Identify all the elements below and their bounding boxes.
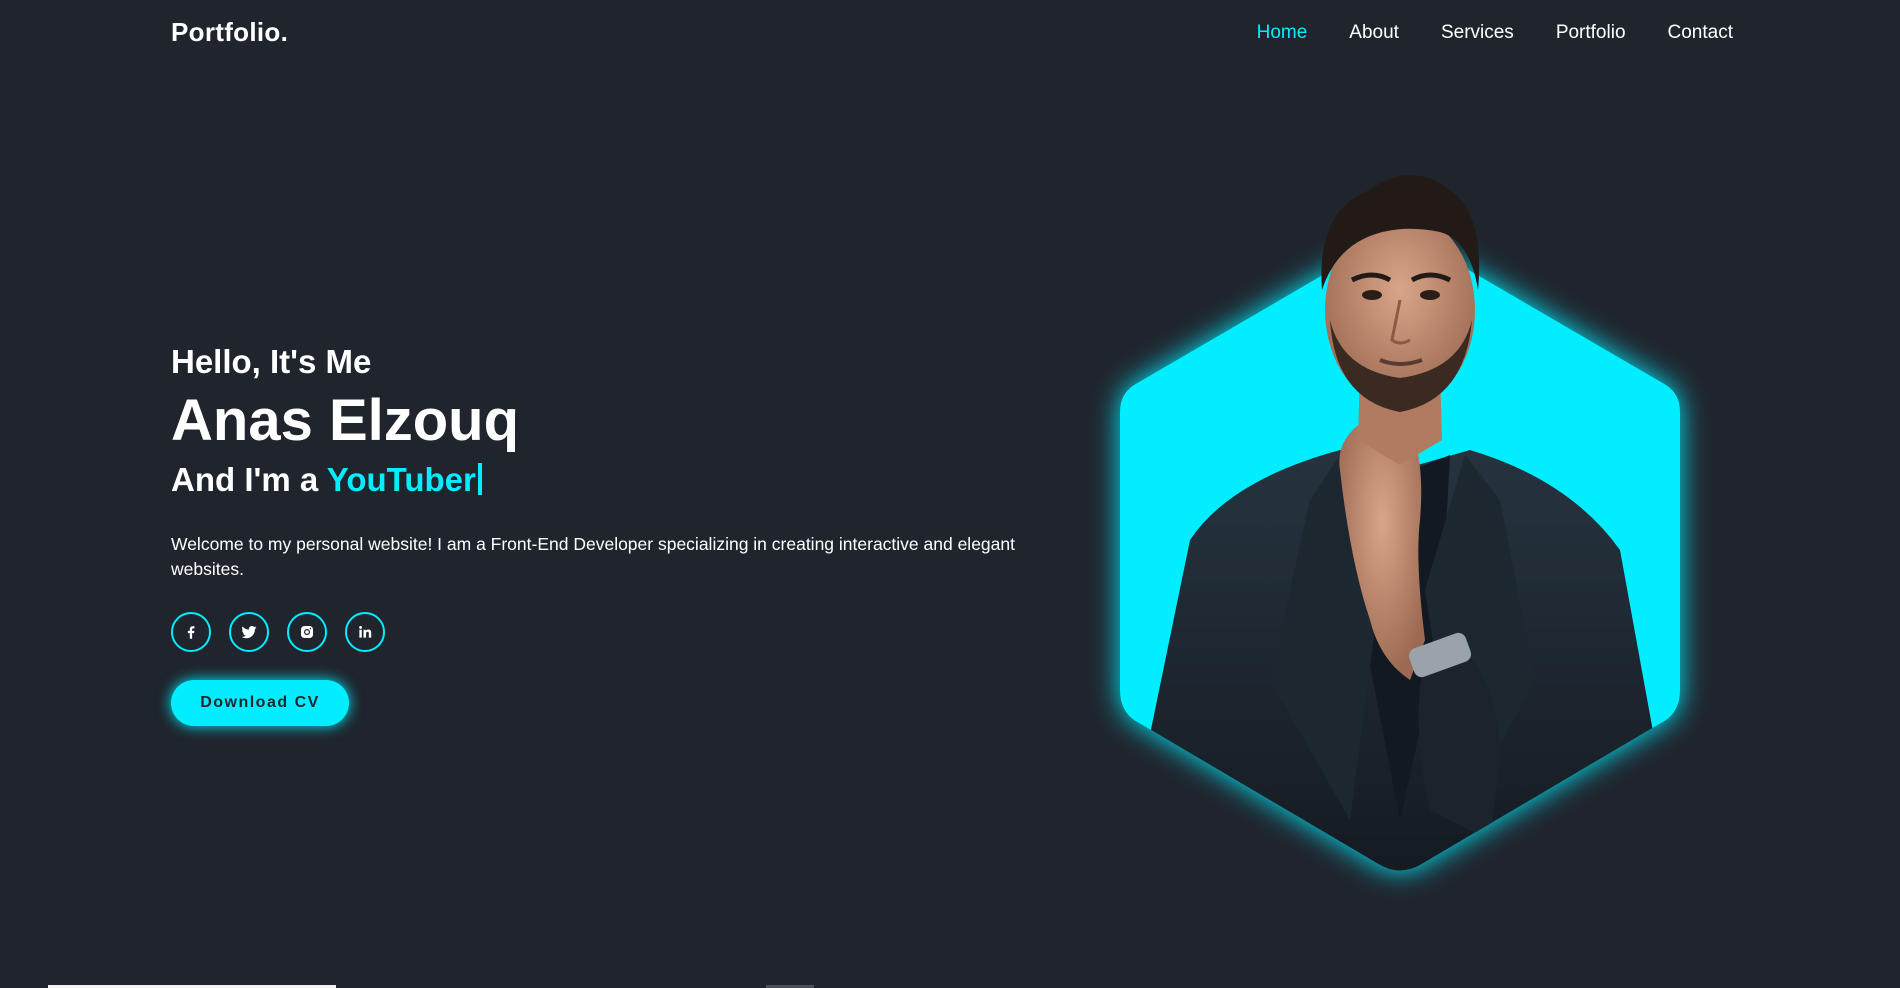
twitter-link[interactable]	[229, 612, 269, 652]
hero-content: Hello, It's Me Anas Elzouq And I'm a You…	[171, 340, 1071, 726]
hero-name: Anas Elzouq	[171, 388, 520, 453]
main-nav: Home About Services Portfolio Contact	[1257, 22, 1733, 44]
nav-contact-link[interactable]: Contact	[1668, 22, 1733, 44]
nav-about-link[interactable]: About	[1349, 22, 1399, 44]
facebook-icon	[187, 626, 195, 639]
site-header: Portfolio. Home About Services Portfolio…	[0, 0, 1900, 68]
facebook-link[interactable]	[171, 612, 211, 652]
instagram-icon	[301, 626, 313, 638]
nav-home-link[interactable]: Home	[1257, 22, 1308, 44]
logo[interactable]: Portfolio.	[171, 17, 288, 48]
profile-hexagon-graphic	[1120, 175, 1680, 871]
hero-greeting: Hello, It's Me	[171, 343, 372, 380]
social-links	[171, 612, 1071, 652]
profile-image	[1080, 120, 1720, 920]
typing-cursor	[477, 463, 482, 495]
linkedin-link[interactable]	[345, 612, 385, 652]
hero-description: Welcome to my personal website! I am a F…	[171, 534, 1015, 579]
hero-role-prefix: And I'm a	[171, 461, 327, 498]
linkedin-icon	[359, 626, 372, 638]
instagram-link[interactable]	[287, 612, 327, 652]
nav-services-link[interactable]: Services	[1441, 22, 1514, 44]
nav-portfolio-link[interactable]: Portfolio	[1556, 22, 1626, 44]
twitter-icon	[241, 626, 257, 639]
hero-role-highlight: YouTuber	[326, 461, 476, 498]
download-cv-button[interactable]: Download CV	[171, 680, 349, 726]
hero-role: And I'm a YouTuber	[171, 456, 1071, 504]
